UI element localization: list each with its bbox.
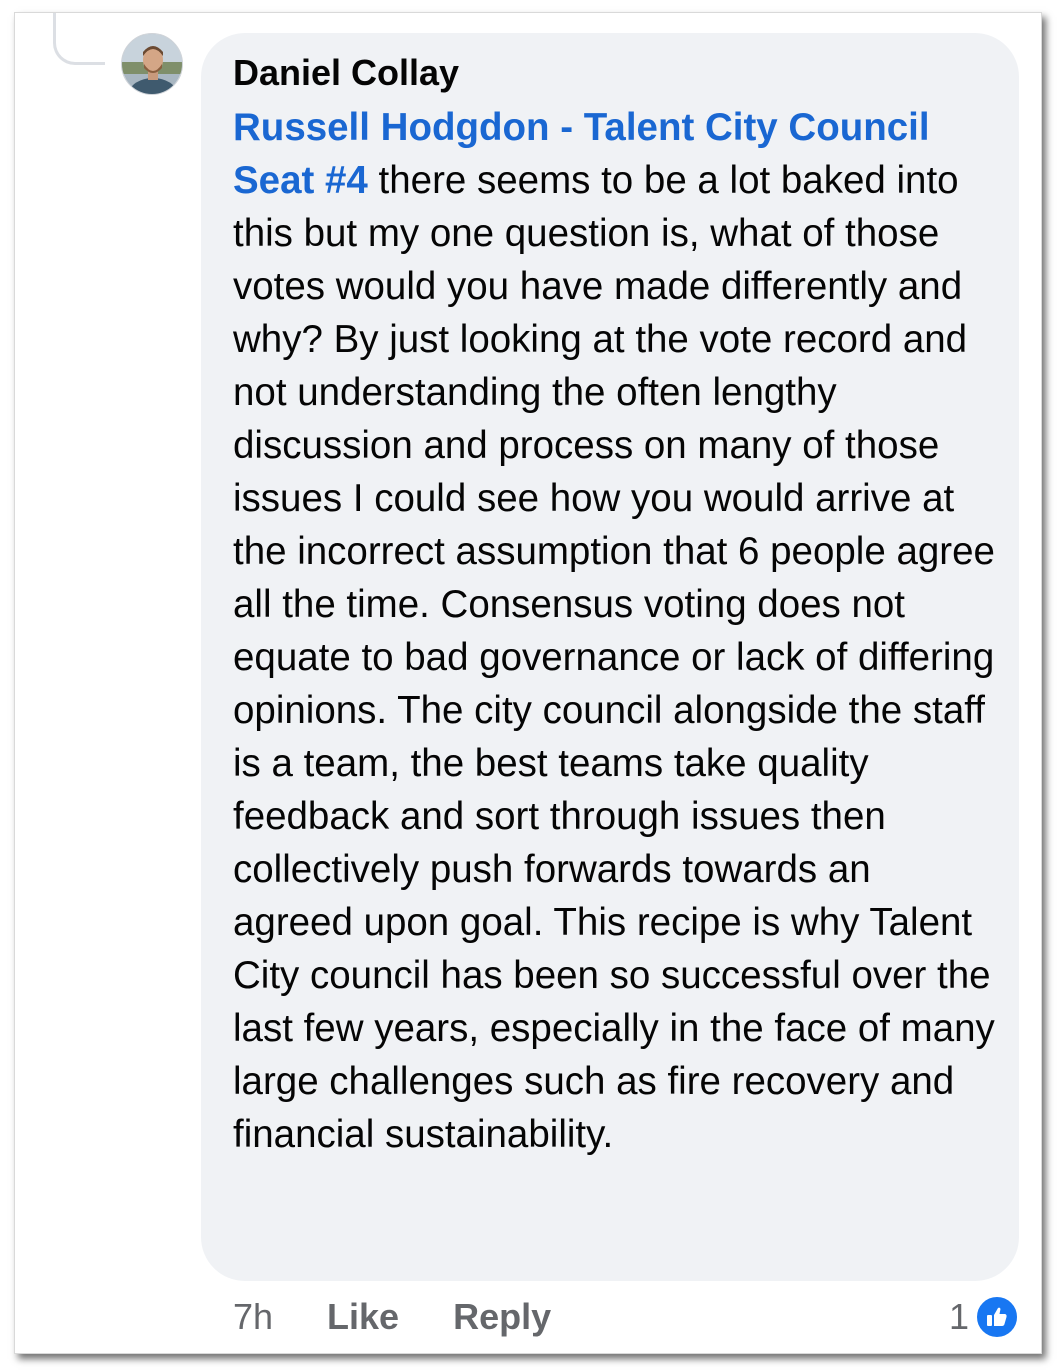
comment-text: there seems to be a lot baked into this … <box>233 159 995 1156</box>
comment-actions: 7h Like Reply <box>233 1293 605 1341</box>
avatar[interactable] <box>121 33 183 95</box>
reaction-summary[interactable]: 1 <box>949 1293 1019 1341</box>
timestamp[interactable]: 7h <box>233 1293 273 1341</box>
reaction-count: 1 <box>948 1296 969 1337</box>
comment-card: Daniel Collay Russell Hodgdon - Talent C… <box>14 12 1042 1354</box>
reply-button[interactable]: Reply <box>453 1293 551 1341</box>
comment-bubble: Daniel Collay Russell Hodgdon - Talent C… <box>201 33 1019 1281</box>
comment-author[interactable]: Daniel Collay <box>233 49 999 97</box>
thumbs-up-icon <box>975 1295 1019 1339</box>
comment-body: Russell Hodgdon - Talent City Council Se… <box>233 101 999 1161</box>
like-button[interactable]: Like <box>327 1293 399 1341</box>
thread-connector-line <box>53 13 105 65</box>
